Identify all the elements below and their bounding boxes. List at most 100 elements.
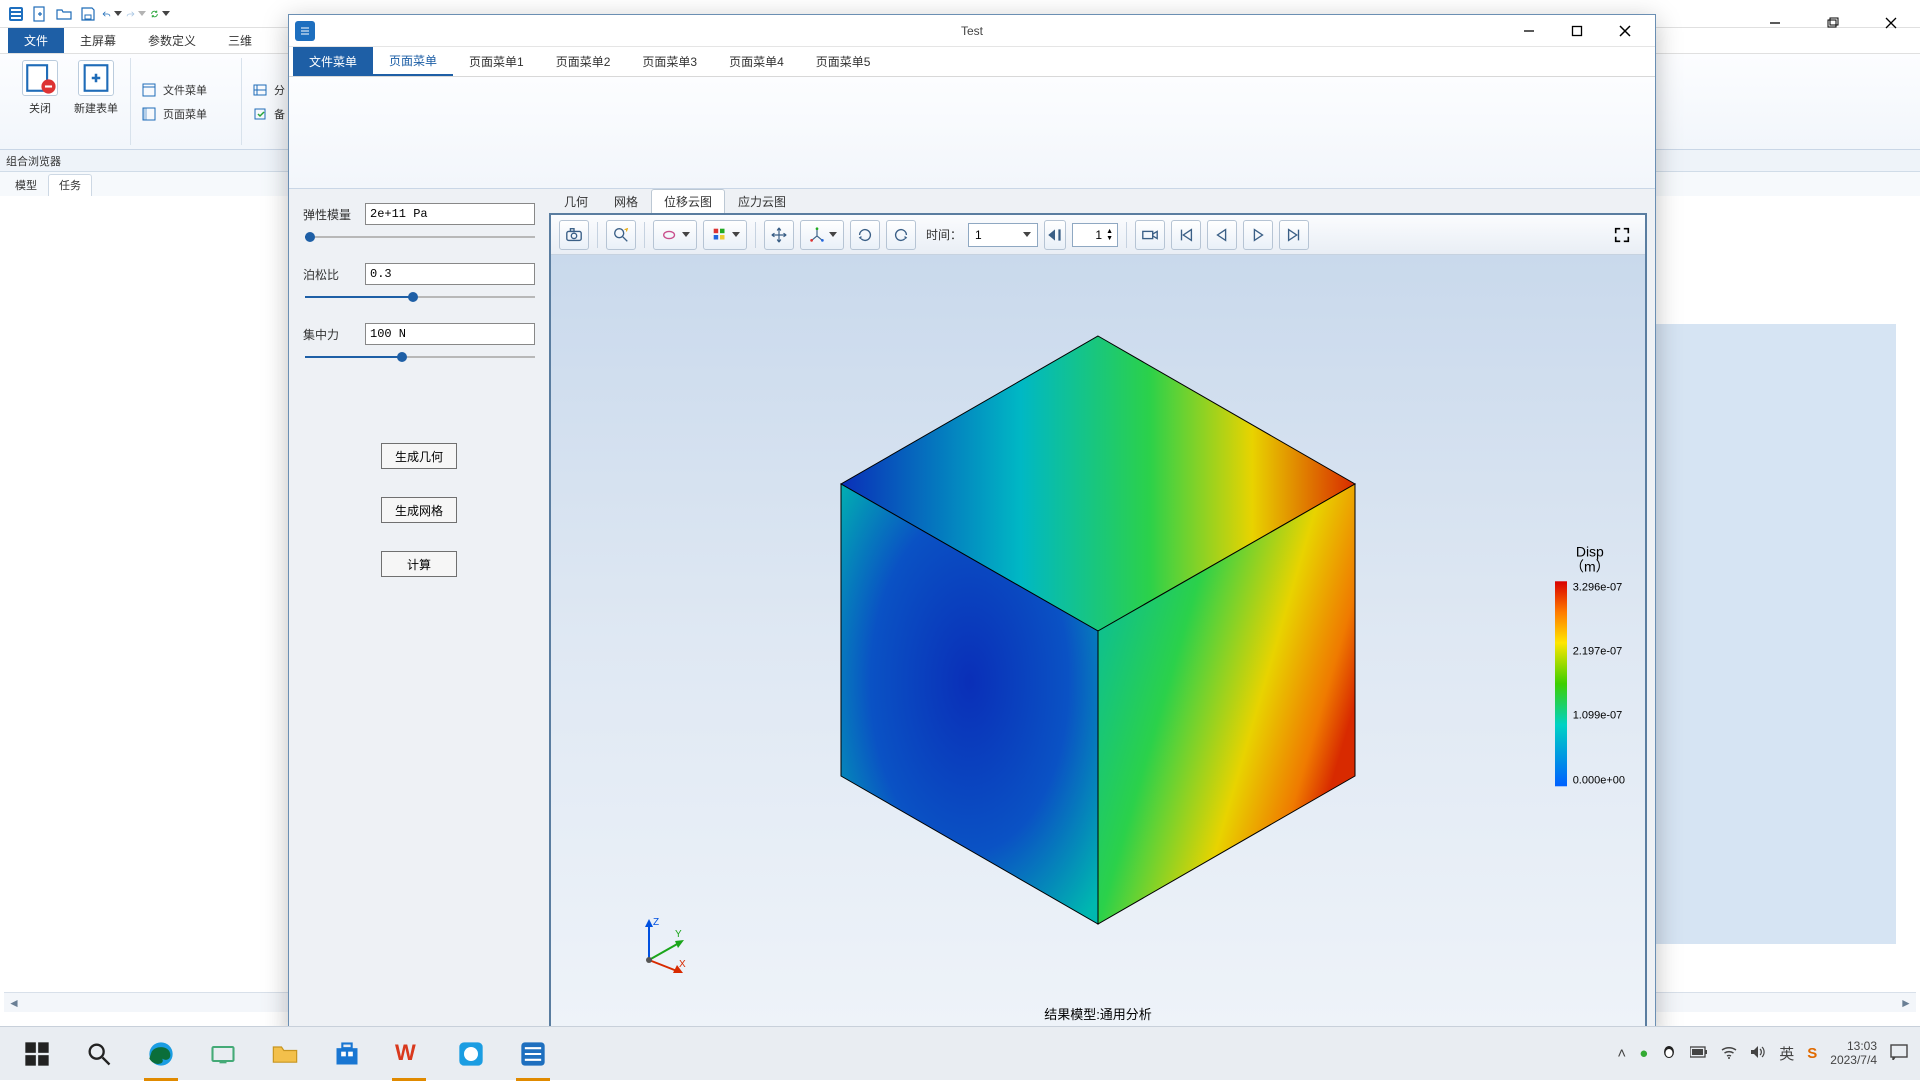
inner-close-button[interactable] <box>1601 15 1649 47</box>
edge-browser-icon[interactable] <box>130 1027 192 1081</box>
start-button[interactable] <box>6 1027 68 1081</box>
browser-tab-model[interactable]: 模型 <box>4 174 48 196</box>
inner-window-title: Test <box>289 24 1655 38</box>
outer-tab-file[interactable]: 文件 <box>8 28 64 53</box>
play-icon[interactable] <box>1243 220 1273 250</box>
tray-qq-icon[interactable] <box>1661 1044 1677 1064</box>
tray-clock[interactable]: 13:03 2023/7/4 <box>1830 1040 1877 1068</box>
browser-tab-task[interactable]: 任务 <box>48 174 92 196</box>
legend-tick-max: 3.296e-07 <box>1573 581 1625 593</box>
tray-volume-icon[interactable] <box>1750 1045 1766 1063</box>
time-step-button[interactable] <box>1044 220 1066 250</box>
axis-triad-icon: Z Y X <box>631 915 691 975</box>
force-slider[interactable] <box>305 351 535 363</box>
pan-icon[interactable] <box>764 220 794 250</box>
compute-button[interactable]: 计算 <box>381 551 457 577</box>
zoom-fit-icon[interactable] <box>606 220 636 250</box>
inner-tab-page-menu-5[interactable]: 页面菜单5 <box>800 47 887 76</box>
close-button[interactable]: 关闭 <box>16 58 64 116</box>
legend-tick-min: 0.000e+00 <box>1573 774 1625 786</box>
viz-canvas[interactable]: Z Y X Disp（m） 3.296e-07 2.1 <box>551 255 1645 1027</box>
inner-tab-page-menu[interactable]: 页面菜单 <box>373 47 453 76</box>
outer-tab-param[interactable]: 参数定义 <box>132 28 212 53</box>
legend-color-bar <box>1555 581 1567 786</box>
fullscreen-icon[interactable] <box>1607 220 1637 250</box>
viz-tab-stress[interactable]: 应力云图 <box>725 189 799 213</box>
inner-app-icon <box>295 21 315 41</box>
selection-mode-icon[interactable] <box>653 220 697 250</box>
outer-minimize-button[interactable] <box>1746 0 1804 46</box>
param-elastic-modulus: 弹性模量 <box>303 203 535 243</box>
viz-tab-mesh[interactable]: 网格 <box>601 189 651 213</box>
tray-chevron-up-icon[interactable]: ˄ <box>1617 1045 1626 1062</box>
inner-window: Test 文件菜单 页面菜单 页面菜单1 页面菜单2 页面菜单3 页面菜单4 页… <box>288 14 1656 1038</box>
undo-icon[interactable] <box>102 4 122 24</box>
page-menu-button[interactable]: 页面菜单 <box>141 106 231 122</box>
inner-tab-page-menu-4[interactable]: 页面菜单4 <box>713 47 800 76</box>
file-explorer-icon[interactable] <box>254 1027 316 1081</box>
system-tray: ˄ ● 英 S 13:03 2023/7/4 <box>1617 1040 1914 1068</box>
refresh-icon[interactable] <box>150 4 170 24</box>
outer-close-button[interactable] <box>1862 0 1920 46</box>
tray-wifi-icon[interactable] <box>1721 1045 1737 1063</box>
task-view-icon[interactable] <box>192 1027 254 1081</box>
poisson-input[interactable] <box>365 263 535 285</box>
app-icon-2[interactable] <box>502 1027 564 1081</box>
redo-icon[interactable] <box>126 4 146 24</box>
inner-tab-page-menu-1[interactable]: 页面菜单1 <box>453 47 540 76</box>
outer-window-controls <box>1746 0 1920 46</box>
force-label: 集中力 <box>303 326 359 343</box>
result-model-label: 结果模型:通用分析 <box>551 1004 1645 1023</box>
modulus-label: 弹性模量 <box>303 206 359 223</box>
inner-maximize-button[interactable] <box>1553 15 1601 47</box>
time-spin[interactable]: 1▲▼ <box>1072 223 1118 247</box>
file-menu-button[interactable]: 文件菜单 <box>141 82 231 98</box>
generate-geometry-button[interactable]: 生成几何 <box>381 443 457 469</box>
tray-battery-icon[interactable] <box>1690 1045 1708 1062</box>
inner-ribbon-tabs: 文件菜单 页面菜单 页面菜单1 页面菜单2 页面菜单3 页面菜单4 页面菜单5 <box>289 47 1655 77</box>
outer-tab-3d[interactable]: 三维 <box>212 28 268 53</box>
outer-maximize-button[interactable] <box>1804 0 1862 46</box>
open-icon[interactable] <box>54 4 74 24</box>
modulus-input[interactable] <box>365 203 535 225</box>
axes-view-icon[interactable] <box>800 220 844 250</box>
search-button[interactable] <box>68 1027 130 1081</box>
inner-tab-file-menu[interactable]: 文件菜单 <box>293 47 373 76</box>
inner-ribbon-empty-area <box>289 77 1655 189</box>
color-mode-icon[interactable] <box>703 220 747 250</box>
tray-sogou-icon[interactable]: S <box>1807 1045 1817 1062</box>
new-icon[interactable] <box>30 4 50 24</box>
camera-snapshot-icon[interactable] <box>559 220 589 250</box>
ms-store-icon[interactable] <box>316 1027 378 1081</box>
record-icon[interactable] <box>1135 220 1165 250</box>
tray-status-icon[interactable]: ● <box>1639 1045 1648 1062</box>
force-input[interactable] <box>365 323 535 345</box>
svg-text:Y: Y <box>675 929 682 940</box>
inner-minimize-button[interactable] <box>1505 15 1553 47</box>
outer-tab-home[interactable]: 主屏幕 <box>64 28 132 53</box>
first-frame-icon[interactable] <box>1171 220 1201 250</box>
save-icon[interactable] <box>78 4 98 24</box>
prev-frame-icon[interactable] <box>1207 220 1237 250</box>
wps-office-icon[interactable]: W <box>378 1027 440 1081</box>
generate-mesh-button[interactable]: 生成网格 <box>381 497 457 523</box>
inner-tab-page-menu-3[interactable]: 页面菜单3 <box>626 47 713 76</box>
inner-tab-page-menu-2[interactable]: 页面菜单2 <box>540 47 627 76</box>
new-form-button[interactable]: 新建表单 <box>72 58 120 116</box>
visualization-area: 几何 网格 位移云图 应力云图 时间： <box>549 189 1655 1037</box>
viz-tab-geometry[interactable]: 几何 <box>551 189 601 213</box>
poisson-slider[interactable] <box>305 291 535 303</box>
modulus-slider[interactable] <box>305 231 535 243</box>
tray-notifications-icon[interactable] <box>1890 1044 1908 1064</box>
time-combo[interactable]: 1 <box>968 223 1038 247</box>
legend-tick-2: 2.197e-07 <box>1573 645 1625 657</box>
tray-ime-icon[interactable]: 英 <box>1779 1043 1794 1064</box>
app-icon-1[interactable] <box>440 1027 502 1081</box>
param-poisson-ratio: 泊松比 <box>303 263 535 303</box>
inner-titlebar[interactable]: Test <box>289 15 1655 47</box>
viz-tab-displacement[interactable]: 位移云图 <box>651 189 725 213</box>
rotate-right-icon[interactable] <box>886 220 916 250</box>
next-frame-icon[interactable] <box>1279 220 1309 250</box>
color-legend: Disp（m） 3.296e-07 2.197e-07 1.099e-07 0.… <box>1555 544 1625 786</box>
rotate-left-icon[interactable] <box>850 220 880 250</box>
